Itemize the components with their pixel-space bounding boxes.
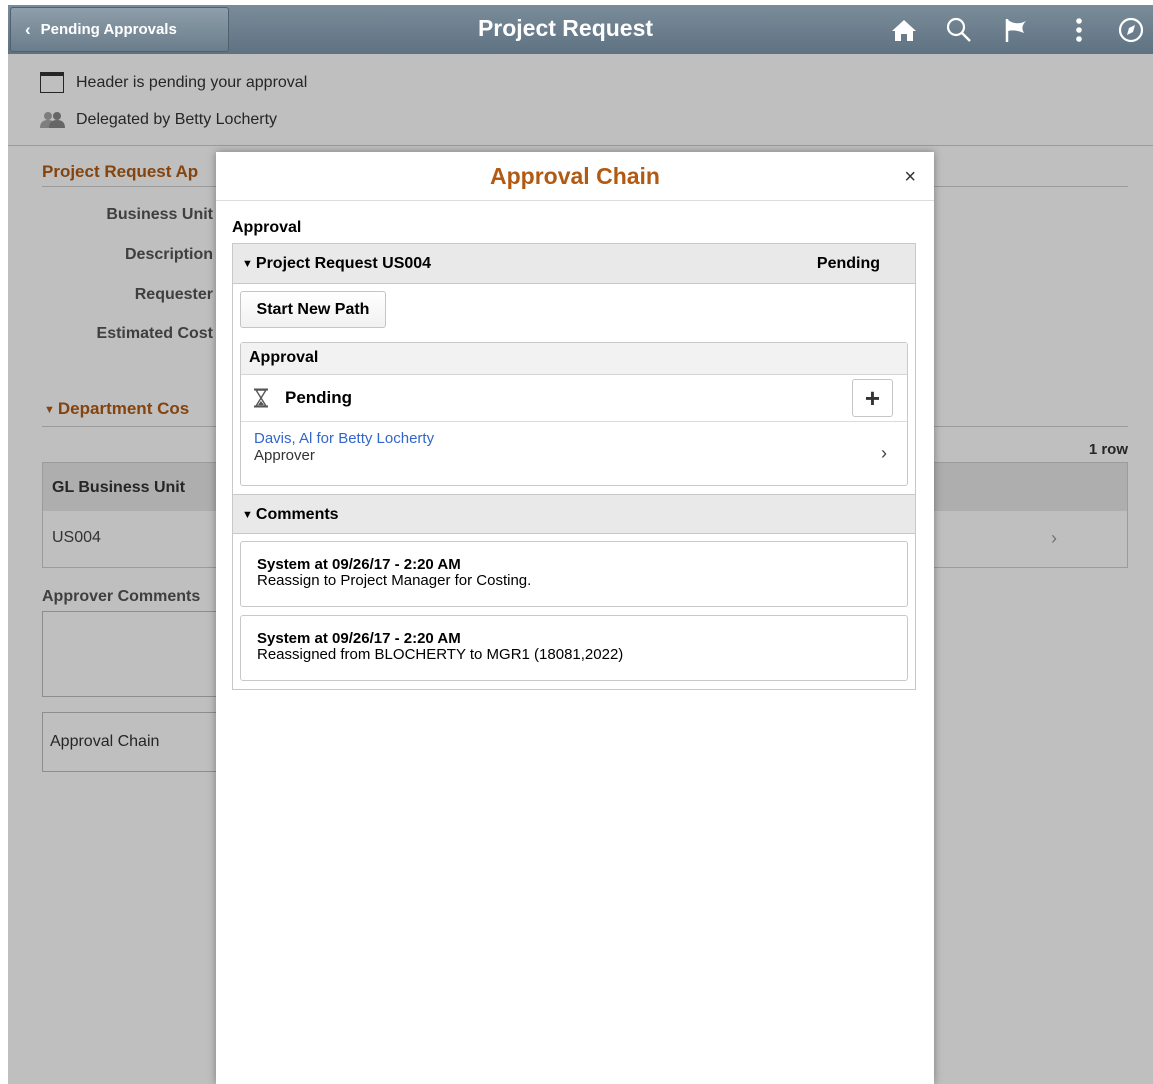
left-edge bbox=[0, 0, 8, 1084]
request-title: Project Request US004 bbox=[255, 255, 432, 272]
comment-author: System at 09/26/17 - 2:20 AM bbox=[257, 630, 461, 647]
comment-card: System at 09/26/17 - 2:20 AM Reassigned … bbox=[240, 615, 908, 681]
approver-name-link[interactable]: Davis, Al for Betty Locherty bbox=[254, 430, 434, 447]
flag-icon[interactable] bbox=[1000, 14, 1032, 46]
triangle-down-icon: ▼ bbox=[242, 509, 253, 521]
navbar-compass-icon[interactable] bbox=[1115, 14, 1147, 46]
chevron-right-icon[interactable]: › bbox=[881, 443, 887, 464]
comment-text: Reassign to Project Manager for Costing. bbox=[257, 572, 532, 589]
comment-text: Reassigned from BLOCHERTY to MGR1 (18081… bbox=[257, 646, 624, 663]
approval-request-panel: ▼ Project Request US004 Pending Start New… bbox=[232, 243, 916, 690]
hourglass-icon bbox=[254, 388, 268, 408]
approval-step-box: Approval Pending + Davis, Al for Betty L… bbox=[240, 342, 908, 486]
search-icon[interactable] bbox=[943, 14, 975, 46]
modal-title: Approval Chain bbox=[490, 163, 660, 189]
approver-row[interactable]: Davis, Al for Betty Locherty Approver › bbox=[241, 422, 907, 484]
comments-title: Comments bbox=[255, 506, 339, 523]
triangle-down-icon: ▼ bbox=[242, 258, 253, 270]
approval-label: Approval bbox=[232, 219, 302, 236]
request-status: Pending bbox=[816, 255, 880, 272]
modal-header: Approval Chain × bbox=[216, 152, 934, 201]
step-header: Approval bbox=[241, 343, 907, 375]
top-banner: ‹ Pending Approvals Project Request bbox=[8, 5, 1153, 54]
home-icon[interactable] bbox=[888, 14, 920, 46]
comment-author: System at 09/26/17 - 2:20 AM bbox=[257, 556, 461, 573]
step-status-row: Pending + bbox=[241, 375, 907, 422]
close-icon[interactable]: × bbox=[904, 166, 916, 189]
add-approver-button[interactable]: + bbox=[852, 379, 893, 417]
comment-card: System at 09/26/17 - 2:20 AM Reassign to… bbox=[240, 541, 908, 607]
start-new-path-button[interactable]: Start New Path bbox=[240, 291, 386, 328]
request-header[interactable]: ▼ Project Request US004 Pending bbox=[233, 244, 915, 284]
comments-header[interactable]: ▼ Comments bbox=[233, 494, 915, 534]
approval-chain-modal: Approval Chain × Approval ▼ Project Reque… bbox=[216, 152, 934, 1084]
step-status: Pending bbox=[285, 388, 353, 407]
approver-role: Approver bbox=[254, 447, 315, 464]
kebab-menu-icon[interactable] bbox=[1063, 14, 1095, 46]
page-title: Project Request bbox=[477, 15, 654, 41]
